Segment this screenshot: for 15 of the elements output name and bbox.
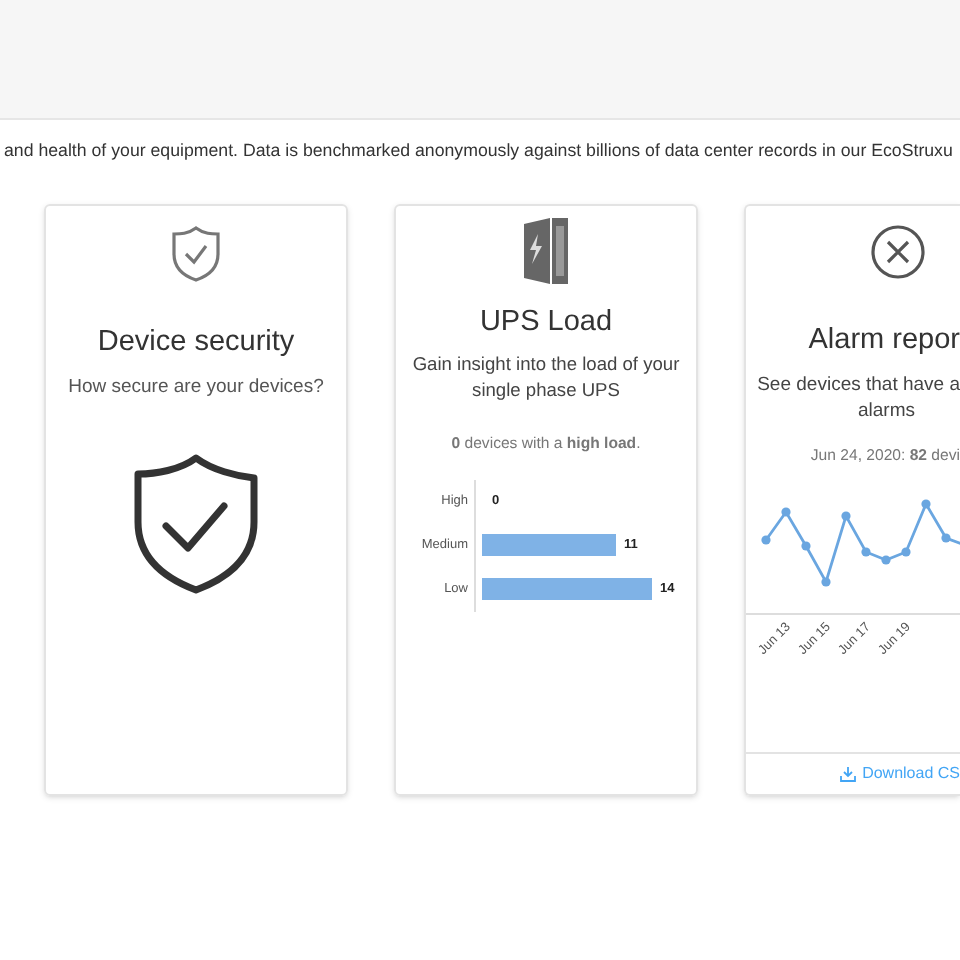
card-description: Gain insight into the load of your single phase UPS (410, 352, 682, 405)
card-description: See devices that have a (757, 372, 960, 399)
download-icon (840, 766, 857, 783)
bar (482, 534, 616, 557)
card-title: UPS Load (479, 304, 613, 343)
intro-text: and health of your equipment. Data is benchmarked anonymously against billions of data center records in our EcoStruxu (4, 138, 953, 164)
shield-check-icon (170, 226, 222, 283)
ups-icon (522, 216, 570, 285)
download-link[interactable]: Download CS (840, 762, 960, 787)
shield-check-drawing (132, 454, 260, 595)
card-title: Device security (97, 324, 295, 363)
card-title: Alarm repor (808, 322, 960, 361)
card-description: alarms (858, 398, 916, 425)
card-description: How secure are your devices? (68, 374, 324, 403)
close-circle-icon (870, 224, 926, 281)
